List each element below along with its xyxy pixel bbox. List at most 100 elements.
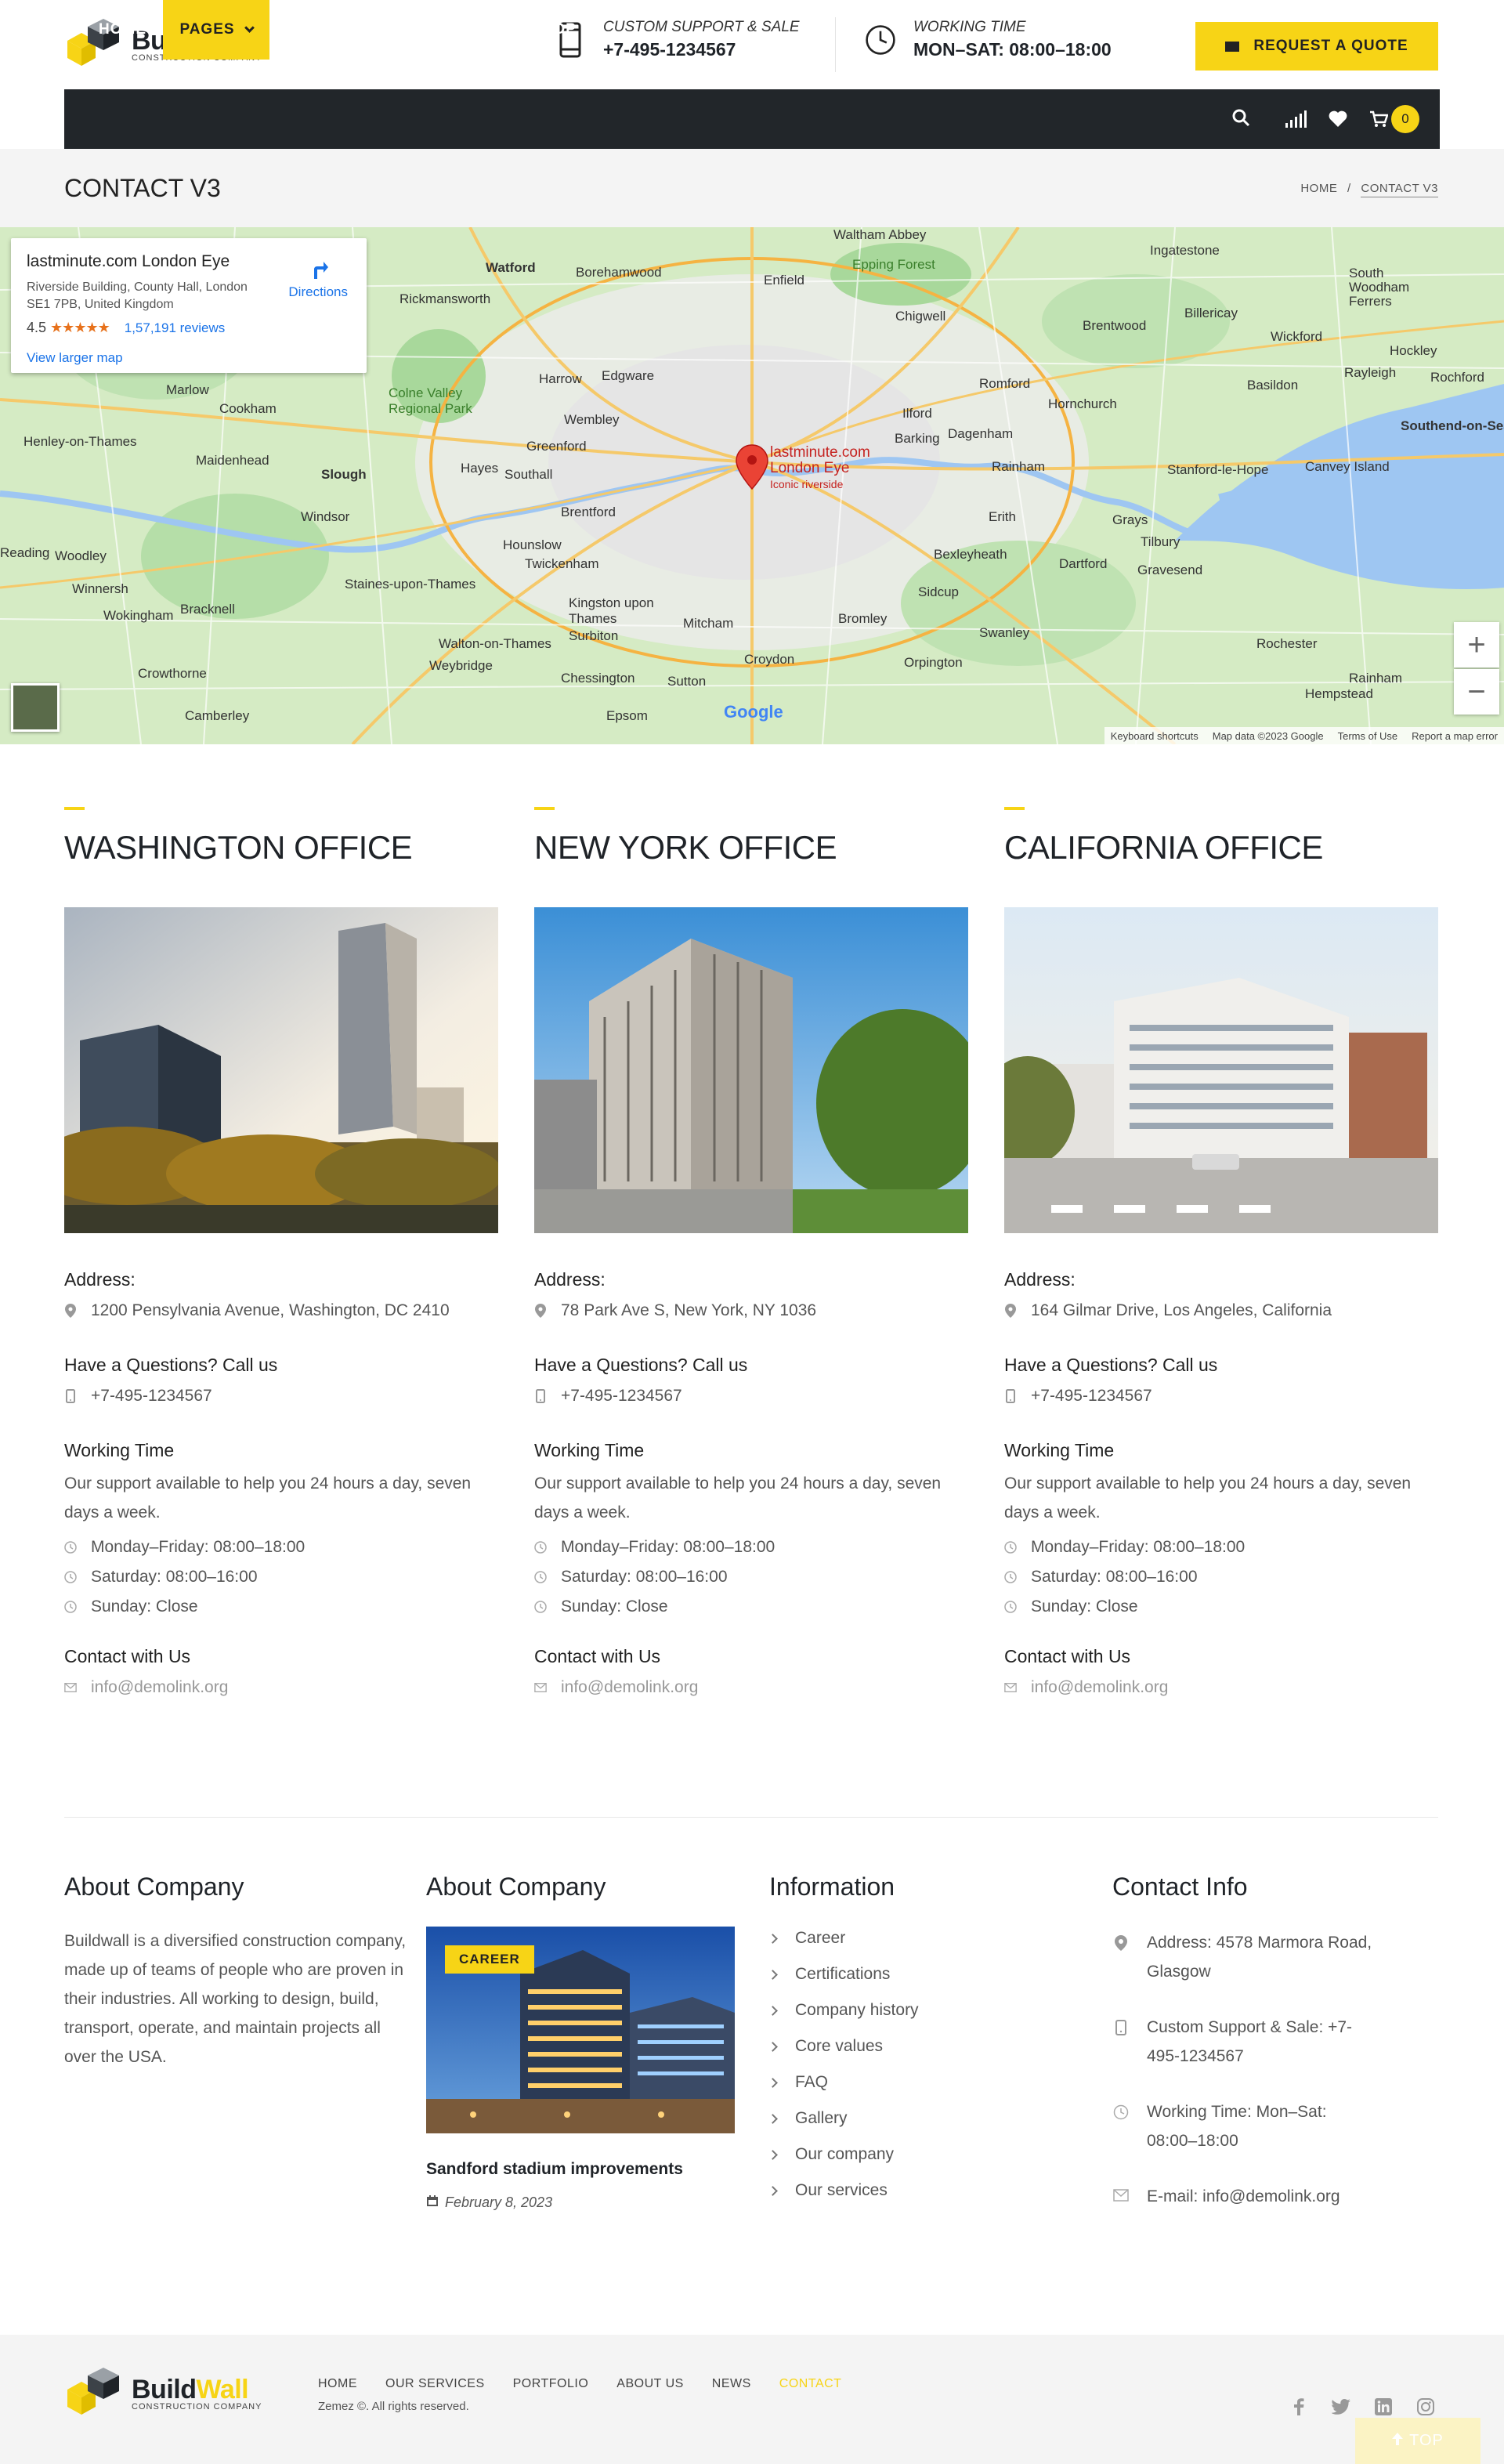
back-to-top-button[interactable]: TOP	[1355, 2418, 1480, 2464]
hours-line: Monday–Friday: 08:00–18:00	[1004, 1538, 1440, 1557]
footer-link[interactable]: Certifications	[768, 1956, 919, 1992]
nav-shop[interactable]: SHOP	[531, 0, 577, 60]
map-place: Orpington	[904, 655, 963, 670]
office-email-text: info@demolink.org	[91, 1678, 229, 1696]
logo-mark-icon	[64, 2368, 125, 2418]
zoom-out-button[interactable]: −	[1454, 669, 1499, 715]
map-pin-label-2: London Eye	[770, 460, 850, 476]
directions-label: Directions	[288, 284, 348, 299]
footer-logo[interactable]: BuildWall CONSTRUCTION COMPANY	[64, 2368, 262, 2418]
chevron-right-icon	[768, 1969, 778, 1980]
map-place: Slough	[321, 467, 367, 482]
map-place: Billericay	[1184, 306, 1238, 320]
nav-pages[interactable]: PAGES	[163, 0, 269, 60]
office-title: NEW YORK OFFICE	[534, 829, 837, 866]
clock-icon	[1004, 1570, 1017, 1584]
footer-nav-about[interactable]: ABOUT US	[616, 2377, 684, 2391]
request-quote-button[interactable]: REQUEST A QUOTE	[1195, 22, 1438, 71]
google-map[interactable]: lastminute.com London Eye Iconic riversi…	[0, 227, 1504, 744]
directions-button[interactable]: Directions	[288, 257, 348, 300]
hours-line: Monday–Friday: 08:00–18:00	[64, 1538, 500, 1557]
footer-link[interactable]: Company history	[768, 1992, 919, 2028]
office-phone[interactable]: +7-495-1234567	[64, 1387, 500, 1406]
chevron-right-icon	[768, 1933, 778, 1944]
office-address: 78 Park Ave S, New York, NY 1036	[534, 1301, 970, 1320]
twitter-icon[interactable]	[1332, 2397, 1350, 2416]
footer-link[interactable]: Our services	[768, 2173, 919, 2209]
zoom-in-button[interactable]: +	[1454, 622, 1499, 668]
map-marker-icon	[1112, 1928, 1130, 1986]
chevron-right-icon	[768, 2077, 778, 2088]
cart-icon[interactable]	[1369, 110, 1388, 128]
map-place: Bexleyheath	[934, 547, 1007, 562]
map-place: Canvey Island	[1305, 459, 1390, 474]
footer-link[interactable]: Gallery	[768, 2100, 919, 2137]
footer-link[interactable]: Our company	[768, 2137, 919, 2173]
footer-nav-news[interactable]: NEWS	[712, 2377, 751, 2391]
call-label: Have a Questions? Call us	[64, 1355, 278, 1375]
mobile-phone-icon	[64, 1389, 77, 1403]
footer-link[interactable]: Career	[768, 1920, 919, 1956]
office-card: WASHINGTON OFFICE Address: 1200 Pensylva…	[64, 807, 500, 1697]
office-address: 1200 Pensylvania Avenue, Washington, DC …	[64, 1301, 500, 1320]
compare-icon[interactable]	[1285, 110, 1307, 128]
map-place: Hempstead	[1305, 686, 1373, 701]
report-error-link[interactable]: Report a map error	[1412, 730, 1498, 742]
view-larger-map-link[interactable]: View larger map	[27, 350, 351, 366]
map-place: Hounslow	[503, 537, 562, 552]
office-email[interactable]: info@demolink.org	[1004, 1678, 1440, 1697]
footer-link-label: Gallery	[795, 2109, 848, 2127]
footer-contact-email[interactable]: E-mail: info@demolink.org	[1112, 2182, 1405, 2211]
instagram-icon[interactable]	[1416, 2397, 1435, 2416]
footer-link[interactable]: Core values	[768, 2028, 919, 2064]
nav-home[interactable]: HOME	[81, 0, 164, 60]
map-place: Chessington	[561, 671, 635, 686]
map-place: Reading	[0, 545, 50, 560]
map-pin-label[interactable]: lastminute.com London Eye Iconic riversi…	[770, 445, 870, 492]
footer-nav-portfolio[interactable]: PORTFOLIO	[513, 2377, 589, 2391]
rating-stars-icon: ★★★★★	[50, 320, 110, 335]
map-place: Mitcham	[683, 616, 734, 631]
keyboard-shortcuts-link[interactable]: Keyboard shortcuts	[1111, 730, 1198, 742]
map-place: Borehamwood	[576, 265, 662, 280]
terms-link[interactable]: Terms of Use	[1338, 730, 1398, 742]
mobile-phone-icon	[1004, 1389, 1017, 1403]
footer-link-label: Our services	[795, 2181, 888, 2199]
place-rating: 4.5 ★★★★★ 1,57,191 reviews	[27, 320, 351, 336]
working-time-desc: Our support available to help you 24 hou…	[64, 1474, 472, 1521]
reviews-link[interactable]: 1,57,191 reviews	[125, 320, 226, 335]
facebook-icon[interactable]	[1289, 2397, 1308, 2416]
office-email[interactable]: info@demolink.org	[534, 1678, 970, 1697]
footer-about: About Company Buildwall is a diversified…	[64, 1872, 409, 2071]
support-info: CUSTOM SUPPORT & SALE +7-495-1234567	[555, 19, 800, 60]
satellite-toggle-button[interactable]	[11, 683, 60, 732]
footer-nav-home[interactable]: HOME	[318, 2377, 357, 2391]
cart-count-badge[interactable]: 0	[1391, 105, 1419, 133]
footer-contact-support[interactable]: Custom Support & Sale: +7-495-1234567	[1112, 2013, 1405, 2071]
footer-nav-services[interactable]: OUR SERVICES	[385, 2377, 485, 2391]
map-place: Surbiton	[569, 628, 619, 643]
news-category-tag[interactable]: CAREER	[445, 1945, 534, 1974]
linkedin-icon[interactable]	[1374, 2397, 1393, 2416]
news-post-title[interactable]: Sandford stadium improvements	[426, 2160, 735, 2179]
map-place: Harrow	[539, 371, 582, 386]
search-icon[interactable]	[1231, 108, 1250, 127]
footer-link[interactable]: FAQ	[768, 2064, 919, 2100]
map-place: Barking	[895, 431, 940, 446]
news-thumbnail[interactable]: CAREER	[426, 1927, 735, 2133]
nav-news[interactable]: NEWS	[285, 0, 352, 60]
support-phone[interactable]: +7-495-1234567	[603, 39, 800, 60]
clock-icon	[1004, 1600, 1017, 1614]
breadcrumb-home[interactable]: HOME	[1300, 182, 1337, 195]
nav-portfolio[interactable]: PORTFOLIO	[387, 0, 501, 60]
plus-icon: +	[1467, 627, 1486, 662]
office-phone[interactable]: +7-495-1234567	[534, 1387, 970, 1406]
office-phone[interactable]: +7-495-1234567	[1004, 1387, 1440, 1406]
footer-link-label: Company history	[795, 2001, 919, 2019]
heart-icon[interactable]	[1329, 110, 1347, 128]
office-card: NEW YORK OFFICE Address: 78 Park Ave S, …	[534, 807, 970, 1697]
contact-label: Contact with Us	[64, 1646, 191, 1666]
office-email[interactable]: info@demolink.org	[64, 1678, 500, 1697]
office-photo	[1004, 907, 1438, 1233]
footer-nav-contact[interactable]: CONTACT	[779, 2377, 842, 2391]
